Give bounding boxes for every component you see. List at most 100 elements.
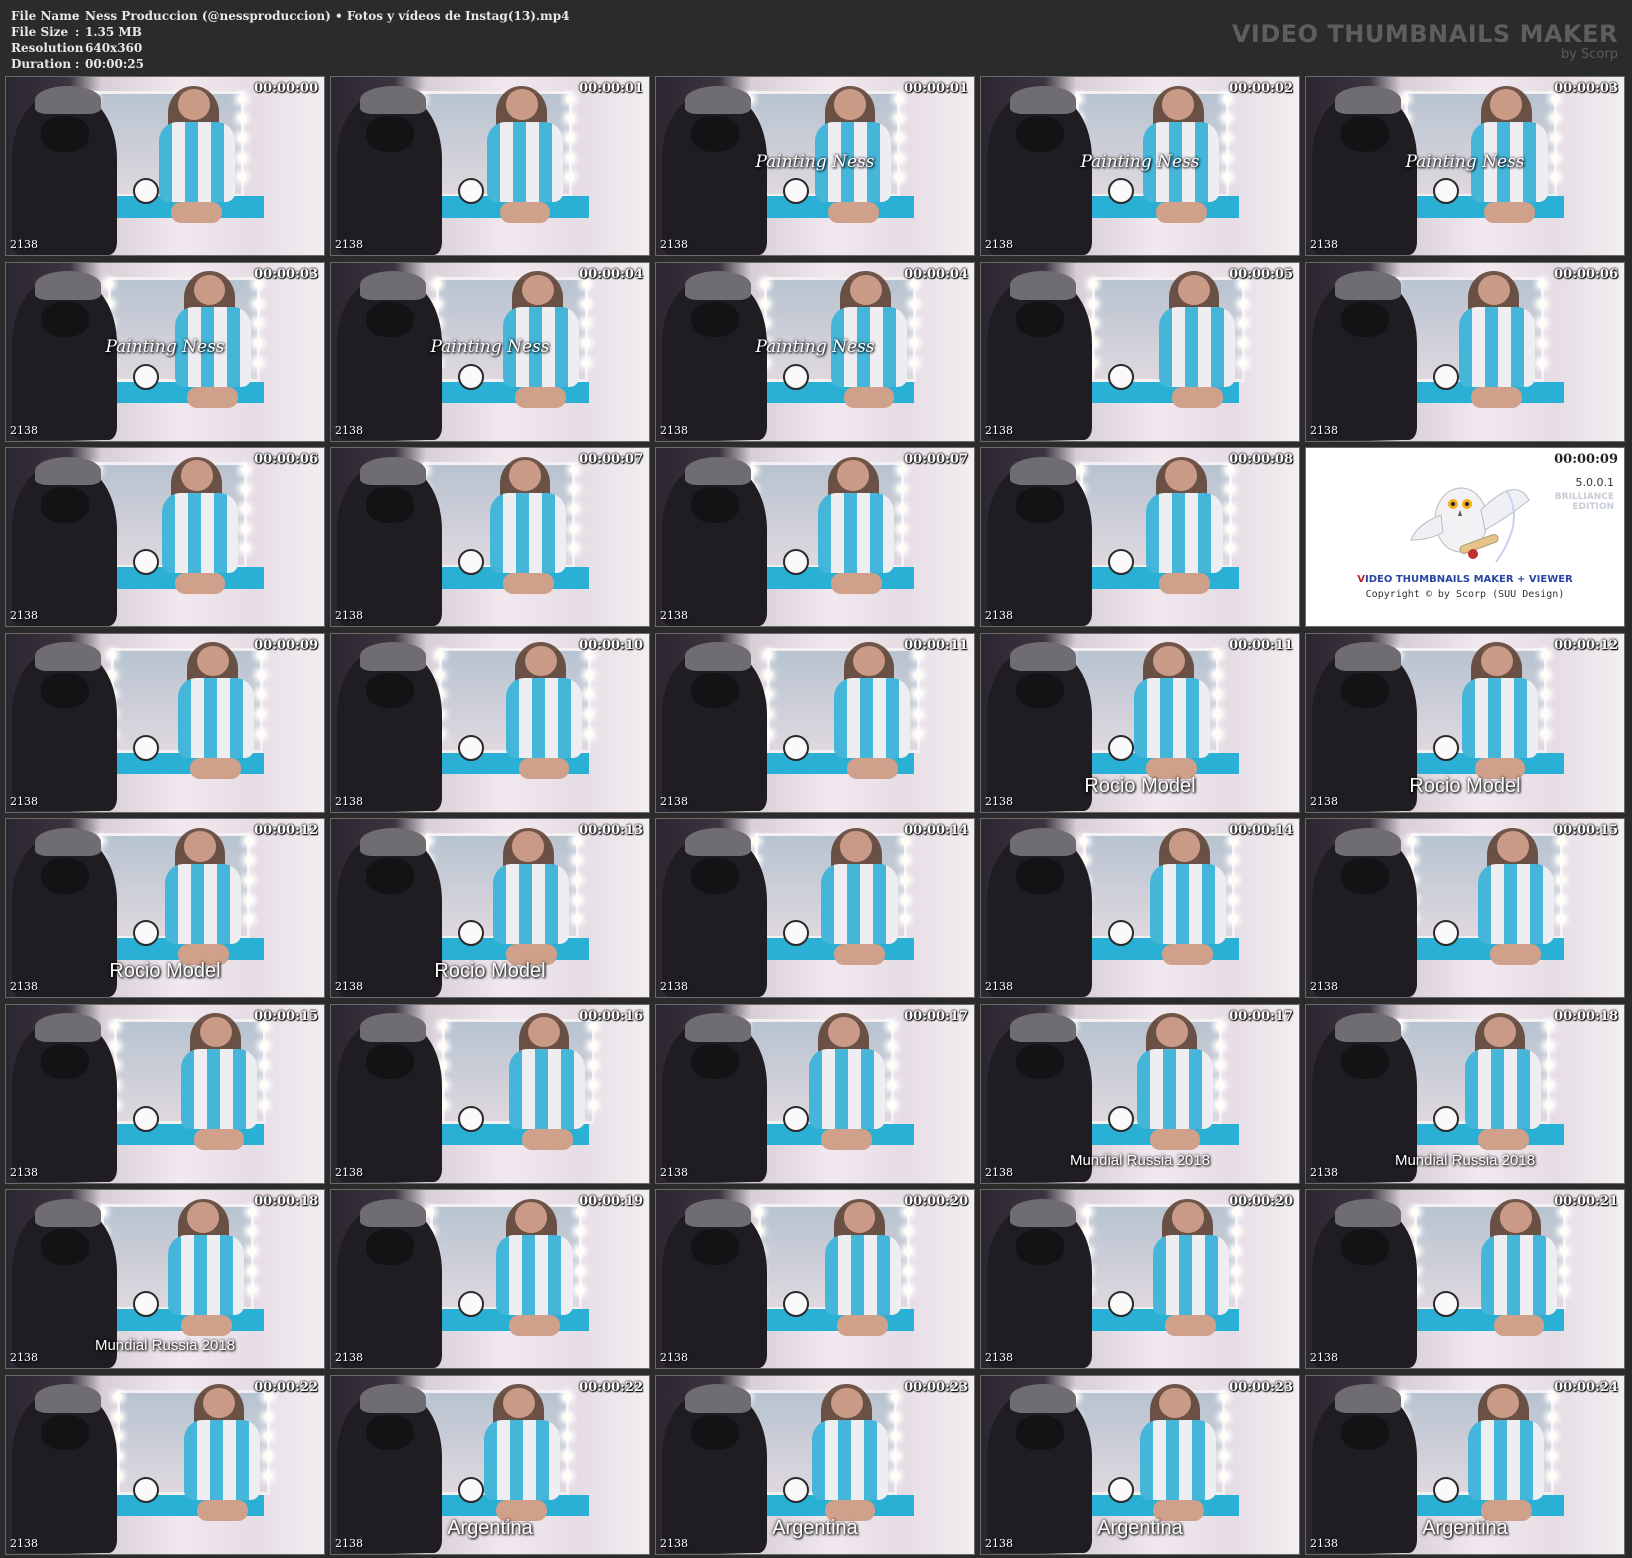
mirror-bulb xyxy=(913,690,922,699)
mirror-bulb xyxy=(1213,729,1222,738)
person-head xyxy=(1171,1202,1204,1233)
mirror-bulb xyxy=(913,670,922,679)
mirror-bulb xyxy=(1222,133,1231,142)
gas-mask xyxy=(1015,858,1064,894)
striped-shirt xyxy=(168,1234,245,1315)
soccer-ball-icon xyxy=(1108,363,1135,390)
camo-cap xyxy=(359,642,427,671)
soccer-ball-icon xyxy=(133,734,160,761)
timestamp: 00:00:23 xyxy=(1229,1379,1293,1395)
gas-mask xyxy=(365,116,414,152)
person-head xyxy=(1490,89,1523,120)
watermark: 2138 xyxy=(10,238,38,251)
timestamp: 00:00:20 xyxy=(904,1194,968,1209)
person-head xyxy=(509,460,541,491)
file-size-value: 1.35 MB xyxy=(85,25,142,39)
gas-mask xyxy=(1015,116,1064,152)
soccer-ball-icon xyxy=(1108,1476,1135,1503)
mirror-bulb xyxy=(1219,1393,1228,1402)
person-hips xyxy=(1477,1129,1529,1151)
mirror-bulb xyxy=(563,1393,572,1402)
soccer-ball-icon xyxy=(133,1476,160,1503)
caption-overlay: Painting Ness xyxy=(755,337,875,358)
watermark: 2138 xyxy=(10,1536,38,1550)
watermark: 2138 xyxy=(985,1351,1013,1364)
owl-logo-icon xyxy=(1410,487,1530,563)
person-head xyxy=(837,460,870,491)
person-hips xyxy=(1162,943,1214,965)
mirror-bulb xyxy=(241,544,250,553)
mirror-bulb xyxy=(1557,915,1566,924)
watermark: 2138 xyxy=(660,794,688,808)
mirror-bulb xyxy=(891,1393,900,1402)
watermark: 2138 xyxy=(660,980,688,993)
mirror-bulb xyxy=(569,485,578,494)
mirror-bulb xyxy=(1219,1471,1228,1480)
file-size-row: File Size : 1.35 MB xyxy=(11,24,570,40)
mirror-bulb xyxy=(566,153,575,162)
mirror-bulb xyxy=(1550,114,1559,123)
mirror-bulb xyxy=(1538,299,1547,308)
video-thumbnail: 00:00:17 2138 xyxy=(655,1003,975,1184)
video-thumbnail: 00:00:03 2138 Painting Ness xyxy=(1305,76,1625,256)
mirror-bulb xyxy=(1216,1041,1225,1050)
person-head xyxy=(849,274,882,306)
person-head xyxy=(834,89,866,120)
person-hips xyxy=(190,758,242,780)
mirror-bulb xyxy=(588,1100,597,1109)
person-head xyxy=(505,89,538,120)
gas-mask xyxy=(690,301,739,338)
striped-shirt xyxy=(505,678,583,759)
striped-shirt xyxy=(184,1420,261,1501)
camo-cap xyxy=(1334,85,1402,115)
timestamp: 00:00:18 xyxy=(254,1194,318,1209)
mirror-bulb xyxy=(582,299,591,308)
person-head xyxy=(177,89,210,120)
mirror-bulb xyxy=(585,710,594,719)
mirror-bulb xyxy=(1541,651,1550,660)
mirror-bulb xyxy=(910,358,919,367)
mirror-bulb xyxy=(247,1286,256,1295)
mirror-bulb xyxy=(563,1432,572,1441)
timestamp: 00:00:00 xyxy=(254,81,318,96)
about-card: 00:00:09 5.0.0.1 BRILLIANCE EDITION VIDEO TH… xyxy=(1305,447,1625,627)
video-thumbnail: 00:00:09 2138 xyxy=(5,632,325,813)
striped-shirt xyxy=(490,492,567,573)
mirror-bulb xyxy=(435,670,444,679)
mirror-bulb xyxy=(1560,1227,1569,1236)
mirror-bulb xyxy=(572,895,581,904)
camo-cap xyxy=(34,271,102,300)
camo-cap xyxy=(684,271,752,300)
timestamp: 00:00:18 xyxy=(1554,1008,1618,1024)
mirror-bulb xyxy=(1544,1022,1553,1031)
camo-cap xyxy=(34,827,102,857)
caption-overlay: Painting Ness xyxy=(430,337,550,358)
video-thumbnail: 00:00:07 2138 xyxy=(330,447,650,627)
gas-mask xyxy=(365,1414,414,1451)
camo-cap xyxy=(34,1198,102,1228)
resolution-row: Resolution : 640x360 xyxy=(11,40,570,56)
gas-mask xyxy=(365,487,414,523)
mirror-bulb xyxy=(1232,1227,1241,1236)
mirror-bulb xyxy=(891,1471,900,1480)
resolution-value: 640x360 xyxy=(85,41,143,55)
mirror-bulb xyxy=(244,875,253,884)
striped-shirt xyxy=(824,1234,901,1315)
mirror-bulb xyxy=(241,485,250,494)
watermark: 2138 xyxy=(335,1351,363,1364)
timestamp: 00:00:20 xyxy=(1229,1194,1293,1209)
mirror-bulb xyxy=(247,1227,256,1236)
mirror-bulb xyxy=(575,1286,584,1295)
mirror-bulb xyxy=(888,1041,897,1050)
watermark: 2138 xyxy=(10,609,38,622)
video-thumbnail: 00:00:07 2138 xyxy=(655,447,975,627)
mirror-bulb xyxy=(900,856,909,865)
person-hips xyxy=(830,572,882,594)
video-thumbnail: 00:00:04 2138 Painting Ness xyxy=(655,261,975,442)
mirror-bulb xyxy=(1550,133,1559,142)
striped-shirt xyxy=(1461,678,1539,759)
separator: : xyxy=(75,25,80,39)
timestamp: 00:00:13 xyxy=(579,823,643,838)
person-head xyxy=(1487,1387,1520,1419)
mirror-bulb xyxy=(563,1452,572,1461)
